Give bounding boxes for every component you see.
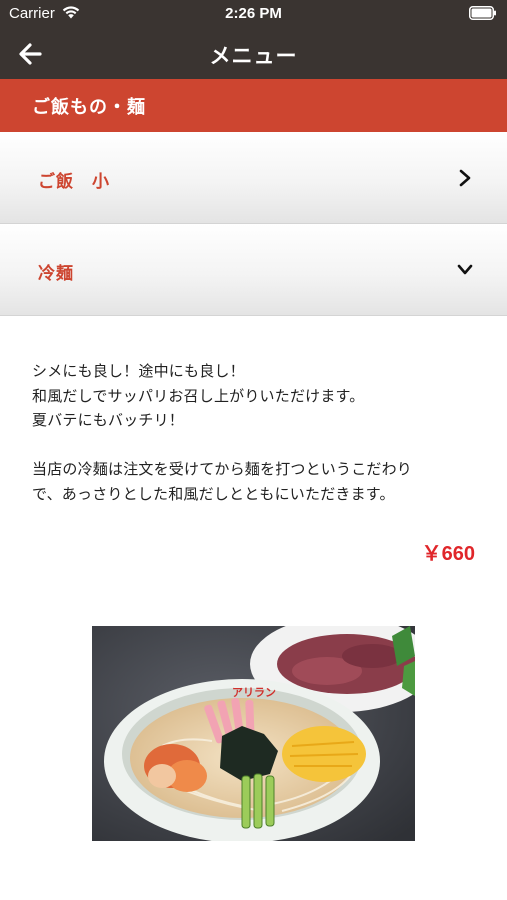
menu-detail-screen: Carrier 2:26 PM メニュー ご飯もの・麺 ご飯 小 冷麺 シメにも… xyxy=(0,0,507,900)
item-description: シメにも良し！途中にも良し！ 和風だしでサッパリお召し上がりいただけます。 夏バ… xyxy=(32,359,482,506)
description-line: シメにも良し！途中にも良し！ xyxy=(32,362,245,380)
chevron-right-icon xyxy=(459,169,471,187)
accordion-item-rice-small[interactable]: ご飯 小 xyxy=(0,132,507,224)
accordion-item-label: ご飯 小 xyxy=(38,172,110,192)
bowl-text: アリラン xyxy=(232,686,276,699)
category-title: ご飯もの・麺 xyxy=(32,97,146,118)
food-photo: アリラン xyxy=(92,626,415,841)
accordion-item-cold-noodles[interactable]: 冷麺 xyxy=(0,224,507,316)
status-time: 2:26 PM xyxy=(225,5,282,22)
navigation-bar: メニュー xyxy=(0,28,507,79)
description-line: 夏バテにもバッチリ！ xyxy=(32,411,185,429)
category-header: ご飯もの・麺 xyxy=(0,79,507,132)
page-title: メニュー xyxy=(209,44,298,68)
app-header: Carrier 2:26 PM メニュー xyxy=(0,0,507,79)
item-price: ￥660 xyxy=(421,543,475,565)
battery-icon xyxy=(469,6,496,20)
description-line: 和風だしでサッパリお召し上がりいただけます。 xyxy=(32,386,365,405)
item-detail-panel: シメにも良し！途中にも良し！ 和風だしでサッパリお召し上がりいただけます。 夏バ… xyxy=(0,317,507,900)
description-line: 当店の冷麺は注文を受けてから麺を打つというこだわり xyxy=(32,460,413,478)
accordion-item-label: 冷麺 xyxy=(38,264,74,284)
description-line: で、あっさりとした和風だしとともにいただきます。 xyxy=(32,484,395,503)
chevron-down-icon xyxy=(457,264,473,275)
status-bar: Carrier 2:26 PM xyxy=(0,0,507,28)
